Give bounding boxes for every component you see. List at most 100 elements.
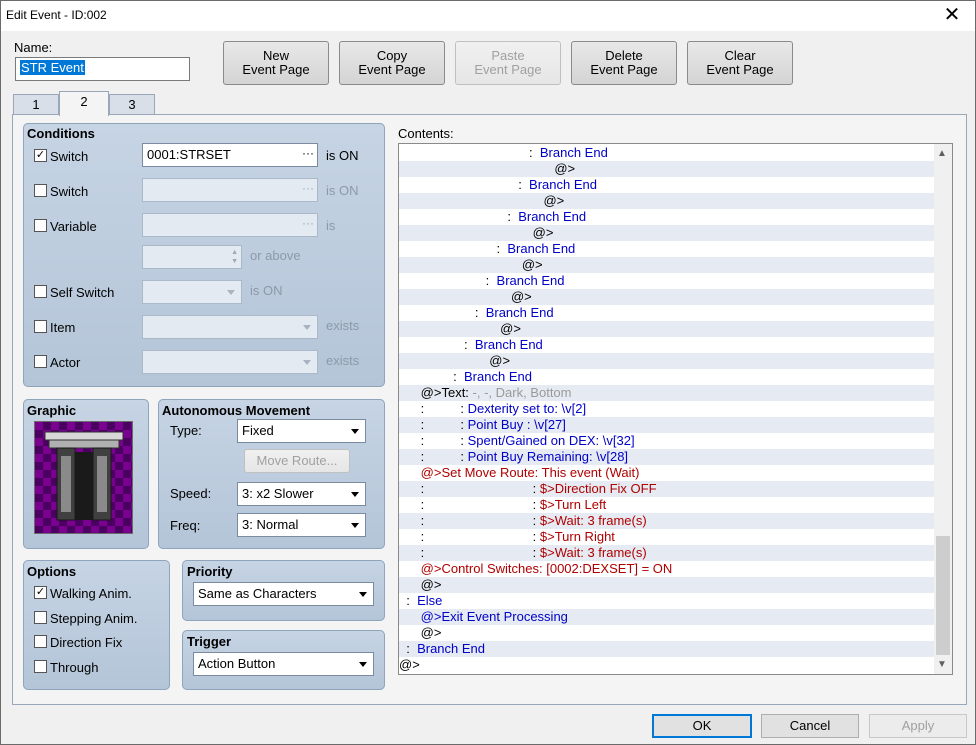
direction-fix-checkbox[interactable] (34, 635, 47, 648)
freq-select[interactable]: 3: Normal (237, 513, 366, 537)
command-line[interactable]: : Branch End (399, 305, 934, 321)
item-checkbox[interactable] (34, 320, 47, 333)
command-line[interactable]: @> (399, 577, 934, 593)
command-line[interactable]: : : $>Turn Left (399, 497, 934, 513)
command-line[interactable]: : : $>Wait: 3 frame(s) (399, 513, 934, 529)
switch1-checkbox[interactable]: ✓ (34, 149, 47, 162)
ellipsis-icon[interactable]: ··· (302, 146, 314, 160)
scroll-up-icon[interactable]: ▲ (937, 148, 947, 159)
item-select[interactable] (142, 315, 318, 339)
command-line[interactable]: @> (399, 225, 934, 241)
command-text: @> (420, 625, 442, 640)
new-event-page-button[interactable]: New Event Page (223, 41, 329, 85)
self-switch-select[interactable] (142, 280, 242, 304)
command-line[interactable]: : : Point Buy Remaining: \v[28] (399, 449, 934, 465)
vertical-scrollbar[interactable]: ▲ ▼ (934, 144, 952, 674)
command-line[interactable]: @> (399, 161, 934, 177)
ellipsis-icon[interactable]: ··· (302, 181, 314, 195)
through-checkbox[interactable] (34, 660, 47, 673)
event-commands-list[interactable]: @> : Branch End @> @>Exit Event Processi… (398, 143, 953, 675)
switch1-field[interactable]: 0001:STRSET ··· (142, 143, 318, 167)
command-line[interactable]: @>Control Switches: [0002:DEXSET] = ON (399, 561, 934, 577)
variable-suffix: is (326, 218, 336, 233)
command-line[interactable]: @>Exit Event Processing (399, 609, 934, 625)
tab-page-2[interactable]: 2 (59, 91, 109, 116)
command-line[interactable]: @> (399, 353, 934, 369)
variable-checkbox[interactable] (34, 219, 47, 232)
clear-event-page-label-1: Clear (724, 48, 756, 63)
command-line[interactable]: : Branch End (399, 337, 934, 353)
command-line[interactable]: @> (399, 193, 934, 209)
speed-select[interactable]: 3: x2 Slower (237, 482, 366, 506)
cancel-button[interactable]: Cancel (761, 714, 859, 738)
command-indent: : : (399, 401, 468, 416)
command-line[interactable]: @>Text: -, -, Dark, Bottom (399, 385, 934, 401)
type-select[interactable]: Fixed (237, 419, 366, 443)
command-line[interactable]: @> (399, 257, 934, 273)
command-indent (399, 465, 421, 480)
paste-event-page-label-1: Paste (491, 48, 525, 63)
event-graphic-preview[interactable] (34, 421, 133, 534)
command-line[interactable]: : Branch End (399, 241, 934, 257)
copy-event-page-button[interactable]: Copy Event Page (339, 41, 445, 85)
switch1-label: Switch (50, 149, 89, 164)
variable-value-stepper[interactable]: ▲ ▼ (142, 245, 242, 269)
command-line[interactable]: @> (399, 289, 934, 305)
delete-event-page-button[interactable]: Delete Event Page (571, 41, 677, 85)
actor-select[interactable] (142, 350, 318, 374)
command-line[interactable]: @> (399, 625, 934, 641)
command-text: Branch End (539, 145, 608, 160)
ok-button[interactable]: OK (652, 714, 752, 738)
command-line[interactable]: : Branch End (399, 209, 934, 225)
trigger-select[interactable]: Action Button (193, 652, 374, 676)
command-line[interactable]: @> (399, 321, 934, 337)
command-line[interactable]: @>Set Move Route: This event (Wait) (399, 465, 934, 481)
paste-event-page-button[interactable]: Paste Event Page (455, 41, 561, 85)
move-route-button[interactable]: Move Route... (244, 449, 350, 473)
command-indent (399, 193, 543, 208)
priority-select[interactable]: Same as Characters (193, 582, 374, 606)
apply-button[interactable]: Apply (869, 714, 967, 738)
priority-title: Priority (187, 564, 233, 579)
name-field[interactable]: STR Event (15, 57, 190, 81)
type-label: Type: (170, 423, 202, 438)
command-indent (399, 257, 522, 272)
walking-anim-checkbox[interactable]: ✓ (34, 586, 47, 599)
tab-page-3[interactable]: 3 (109, 94, 155, 114)
title-bar: Edit Event - ID:002 ✕ (1, 1, 975, 31)
command-line[interactable]: @> (399, 657, 934, 673)
command-line[interactable]: : : $>Direction Fix OFF (399, 481, 934, 497)
command-line[interactable]: : Branch End (399, 177, 934, 193)
scrollbar-thumb[interactable] (936, 536, 950, 655)
clear-event-page-button[interactable]: Clear Event Page (687, 41, 793, 85)
self-switch-checkbox[interactable] (34, 285, 47, 298)
command-line[interactable]: : : Spent/Gained on DEX: \v[32] (399, 433, 934, 449)
variable-field[interactable]: ··· (142, 213, 318, 237)
command-line[interactable]: : Else (399, 593, 934, 609)
command-line[interactable]: : : $>Turn Right (399, 529, 934, 545)
command-line[interactable]: : : $>Wait: 3 frame(s) (399, 545, 934, 561)
command-line[interactable]: : : Point Buy : \v[27] (399, 417, 934, 433)
switch2-field[interactable]: ··· (142, 178, 318, 202)
ellipsis-icon[interactable]: ··· (302, 216, 314, 230)
command-line[interactable]: : Branch End (399, 145, 934, 161)
command-indent (399, 161, 554, 176)
command-text: @>Text: (420, 385, 473, 400)
command-line[interactable]: : : Dexterity set to: \v[2] (399, 401, 934, 417)
tab-page-1[interactable]: 1 (13, 94, 59, 114)
command-text: Branch End (474, 337, 543, 352)
command-text: Branch End (496, 273, 565, 288)
actor-checkbox[interactable] (34, 355, 47, 368)
delete-event-page-label-2: Event Page (590, 62, 658, 77)
stepping-anim-checkbox[interactable] (34, 611, 47, 624)
command-line[interactable]: : Branch End (399, 641, 934, 657)
command-indent: : (399, 641, 418, 656)
command-text: $>Wait: 3 frame(s) (539, 545, 647, 560)
command-line[interactable]: : Branch End (399, 369, 934, 385)
spinner-icon[interactable]: ▲ ▼ (231, 248, 238, 266)
freq-label: Freq: (170, 518, 201, 533)
command-line[interactable]: : Branch End (399, 273, 934, 289)
scroll-down-icon[interactable]: ▼ (937, 659, 947, 670)
close-icon[interactable]: ✕ (929, 1, 975, 31)
switch2-checkbox[interactable] (34, 184, 47, 197)
